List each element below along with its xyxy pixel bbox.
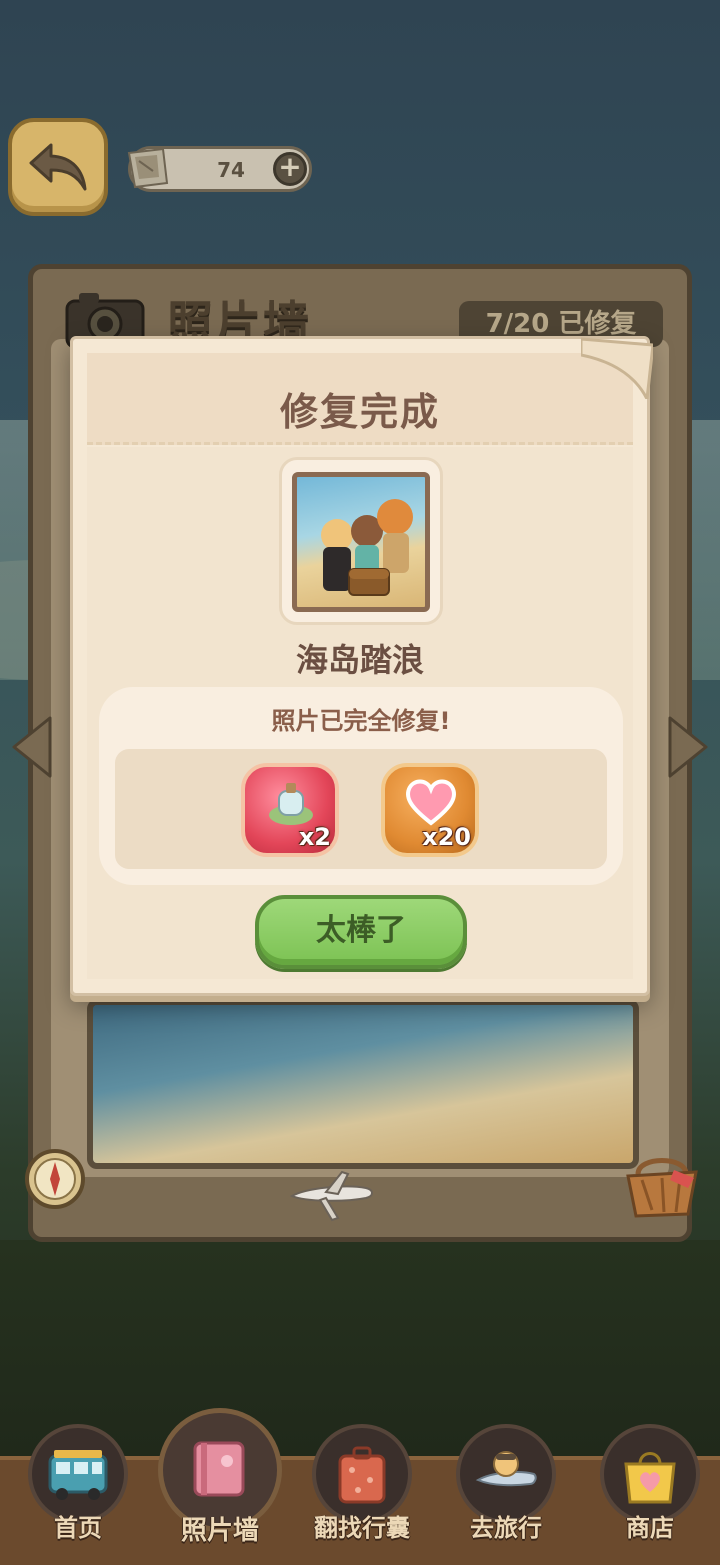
confirm-button[interactable]: 太棒了 <box>255 895 467 969</box>
map-ticket-icon <box>127 147 169 189</box>
nav-label: 商店 <box>626 1514 674 1542</box>
next-photo-arrow-icon[interactable] <box>664 712 714 782</box>
add-currency-button[interactable]: + <box>273 152 307 186</box>
currency-value: 74 <box>217 158 245 182</box>
compass-icon[interactable] <box>22 1146 88 1212</box>
nav-item-photo-wall[interactable]: 照片墙 <box>158 1408 282 1554</box>
restored-photo-thumbnail <box>292 472 430 612</box>
reward-tray: x2 x20 <box>115 749 607 869</box>
nav-label: 照片墙 <box>180 1516 259 1546</box>
nav-label: 翻找行囊 <box>314 1514 410 1542</box>
reward-item: x2 <box>241 763 339 857</box>
nav-item-rummage-bag[interactable]: 翻找行囊 <box>306 1424 418 1554</box>
restored-photo-card <box>279 457 443 625</box>
bottom-navigation: 首页 照片墙 翻找行囊 去旅行 商店 <box>0 1408 720 1565</box>
reward-panel: 照片已完全修复! x2 x20 <box>99 687 623 885</box>
album-book-icon <box>193 1441 245 1497</box>
back-arrow-icon <box>29 143 87 191</box>
currency-pill: 74 + <box>127 146 312 192</box>
nav-label: 去旅行 <box>470 1514 542 1542</box>
airplane-icon <box>289 1170 373 1222</box>
picnic-basket-icon[interactable] <box>622 1150 702 1220</box>
dialog-header: 修复完成 <box>87 353 633 445</box>
bus-icon <box>48 1450 108 1500</box>
bottle-icon <box>269 783 313 825</box>
heart-icon <box>406 779 456 826</box>
restore-complete-dialog: 修复完成 海岛踏浪 照片已完全修复! x2 x20 太棒了 <box>70 336 653 996</box>
suitcase-icon <box>338 1446 386 1504</box>
pilot-plane-icon <box>475 1451 537 1487</box>
dialog-title: 修复完成 <box>279 390 440 434</box>
reward-item: x20 <box>381 763 479 857</box>
nav-item-travel[interactable]: 去旅行 <box>450 1424 562 1554</box>
previous-photo-arrow-icon[interactable] <box>6 712 56 782</box>
reward-quantity: x20 <box>422 823 471 851</box>
photo-name: 海岛踏浪 <box>295 641 424 679</box>
nav-item-home[interactable]: 首页 <box>22 1424 134 1554</box>
nav-item-shop[interactable]: 商店 <box>594 1424 706 1554</box>
paper-corner-curl <box>581 337 653 399</box>
restore-message: 照片已完全修复! <box>271 707 451 735</box>
back-button[interactable] <box>8 118 108 216</box>
photo-preview <box>87 999 639 1169</box>
reward-quantity: x2 <box>298 823 331 851</box>
shopping-bag-icon <box>624 1452 676 1504</box>
nav-label: 首页 <box>54 1514 102 1542</box>
